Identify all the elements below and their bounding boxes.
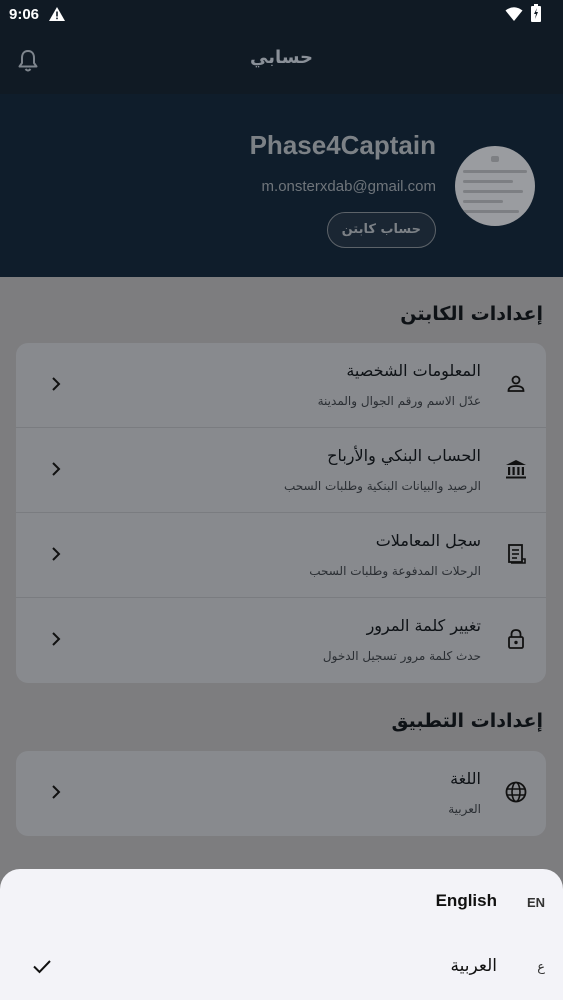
app-bar: حسابي [0,30,563,94]
row-subtitle: حدث كلمة مرور تسجيل الدخول [322,649,481,663]
person-icon [507,375,525,392]
settings-row-change-password[interactable]: تغيير كلمة المرور حدث كلمة مرور تسجيل ال… [16,598,546,683]
profile-header: Phase4Captain m.onsterxdab@gmail.com حسا… [0,94,563,277]
row-title: سجل المعاملات [375,531,481,550]
row-title: اللغة [450,769,481,788]
settings-row-language[interactable]: اللغة العربية [16,751,546,836]
receipt-icon [508,544,526,564]
account-type-badge: حساب كابتن [326,212,436,248]
captain-settings-title: إعدادات الكابتن [400,303,543,325]
settings-row-personal-info[interactable]: المعلومات الشخصية عدّل الاسم ورقم الجوال… [16,343,546,428]
row-title: تغيير كلمة المرور [366,616,481,635]
status-time: 9:06 [9,6,40,23]
chevron-right-icon [52,632,61,646]
row-subtitle: العربية [448,802,481,816]
checkmark-icon [33,960,51,974]
battery-icon [531,4,541,22]
row-subtitle: الرصيد والبيانات البنكية وطلبات السحب [284,479,481,493]
language-option-english[interactable]: English EN [0,871,563,931]
language-option-arabic[interactable]: العربية ع [0,936,563,996]
chevron-right-icon [52,785,61,799]
settings-row-transactions[interactable]: سجل المعاملات الرحلات المدفوعة وطلبات ال… [16,513,546,598]
avatar[interactable] [455,146,535,226]
language-bottom-sheet: English EN العربية ع [0,869,563,1000]
page-title: حسابي [249,47,314,68]
app-settings-card: اللغة العربية [16,751,546,836]
wifi-icon [505,7,523,21]
language-code: ع [537,960,545,975]
globe-icon [505,781,527,803]
captain-settings-card: المعلومات الشخصية عدّل الاسم ورقم الجوال… [16,343,546,683]
row-subtitle: عدّل الاسم ورقم الجوال والمدينة [317,394,481,408]
language-name: العربية [450,956,497,976]
language-name: English [435,891,497,910]
bank-icon [506,460,526,479]
row-title: الحساب البنكي والأرباح [327,446,481,465]
row-subtitle: الرحلات المدفوعة وطلبات السحب [309,564,481,578]
app-settings-title: إعدادات التطبيق [391,710,544,732]
lock-icon [508,629,524,649]
profile-email: m.onsterxdab@gmail.com [261,178,436,195]
language-code: EN [526,895,545,910]
chevron-right-icon [52,547,61,561]
row-title: المعلومات الشخصية [346,361,481,380]
warning-icon [49,7,65,21]
chevron-right-icon [52,377,61,391]
profile-name: Phase4Captain [249,130,436,160]
status-bar: 9:06 [0,0,563,30]
chevron-right-icon [52,462,61,476]
settings-row-bank-account[interactable]: الحساب البنكي والأرباح الرصيد والبيانات … [16,428,546,513]
